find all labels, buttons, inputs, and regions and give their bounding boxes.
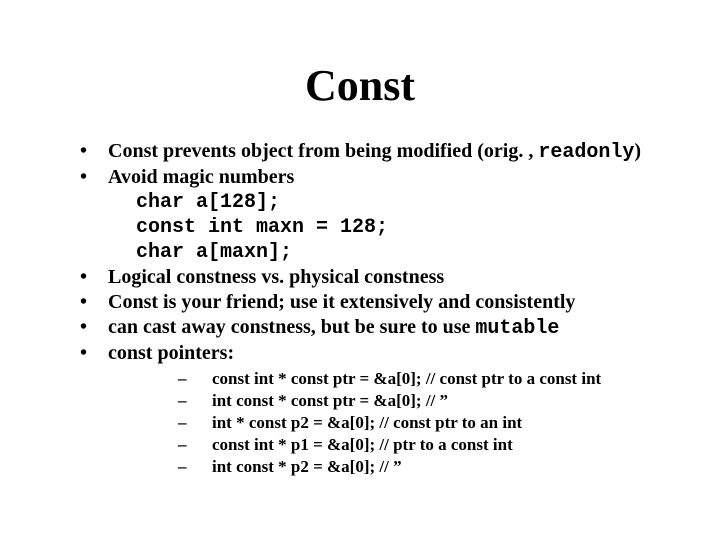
bullet-item: Avoid magic numbers char a[128]; const i…: [80, 165, 670, 265]
bullet-text: can cast away constness, but be sure to …: [108, 316, 475, 338]
bullet-text: Const is your friend; use it extensively…: [108, 291, 575, 313]
bullet-text: Logical constness vs. physical constness: [108, 266, 444, 288]
inline-code: mutable: [475, 317, 559, 340]
bullet-item: Const is your friend; use it extensively…: [80, 290, 670, 315]
code-block: char a[128]; const int maxn = 128; char …: [136, 190, 670, 265]
bullet-text-tail: ): [634, 140, 641, 162]
sub-bullet-list: const int * const ptr = &a[0]; // const …: [178, 368, 670, 478]
sub-bullet-text: const int * p1 = &a[0]; // ptr to a cons…: [212, 435, 513, 454]
sub-bullet-text: const int * const ptr = &a[0]; // const …: [212, 369, 601, 388]
slide: Const Const prevents object from being m…: [0, 0, 720, 540]
sub-bullet-item: int const * p2 = &a[0]; // ”: [178, 456, 670, 478]
bullet-text: Const prevents object from being modifie…: [108, 140, 538, 162]
bullet-item: can cast away constness, but be sure to …: [80, 315, 670, 341]
sub-bullet-item: const int * p1 = &a[0]; // ptr to a cons…: [178, 434, 670, 456]
sub-bullet-text: int * const p2 = &a[0]; // const ptr to …: [212, 413, 522, 432]
sub-bullet-item: int * const p2 = &a[0]; // const ptr to …: [178, 412, 670, 434]
inline-code: readonly: [538, 141, 634, 164]
sub-bullet-text: int const * p2 = &a[0]; // ”: [212, 457, 402, 476]
bullet-item: Logical constness vs. physical constness: [80, 265, 670, 290]
bullet-item: const pointers: const int * const ptr = …: [80, 341, 670, 478]
bullet-text: Avoid magic numbers: [108, 166, 294, 188]
sub-bullet-item: int const * const ptr = &a[0]; // ”: [178, 390, 670, 412]
page-title: Const: [50, 60, 670, 111]
bullet-text: const pointers:: [108, 342, 234, 364]
bullet-item: Const prevents object from being modifie…: [80, 139, 670, 165]
sub-bullet-item: const int * const ptr = &a[0]; // const …: [178, 368, 670, 390]
bullet-list: Const prevents object from being modifie…: [80, 139, 670, 478]
sub-bullet-text: int const * const ptr = &a[0]; // ”: [212, 391, 448, 410]
